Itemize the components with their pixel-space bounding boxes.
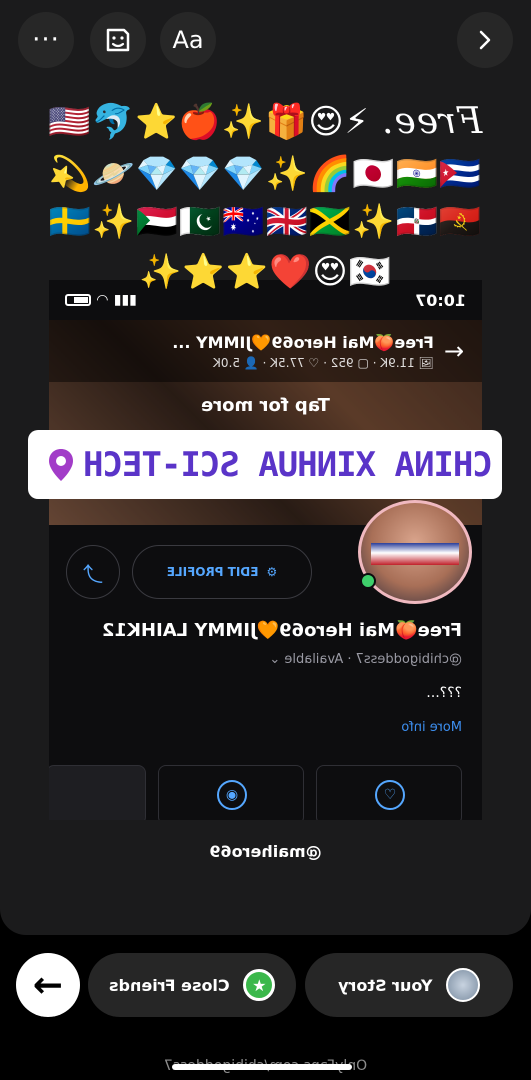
gear-icon: ⚙: [266, 565, 278, 579]
text-tool-label: Aa: [172, 26, 204, 54]
star-icon: ★: [243, 969, 276, 1001]
arrow-left-icon: ←: [443, 337, 464, 365]
profile-name: Free🍑Mai Hero69🧡JIMMY LAIHK12: [102, 620, 462, 641]
shared-post-text: Free🍑Mai Hero69🧡JIMMY ... 🖼 11.9K · ▢ 95…: [67, 333, 434, 370]
share-bottom-bar: ← Close Friends ★ Your Story: [0, 945, 531, 1025]
avatar-clothing-band: [371, 543, 459, 565]
profile-avatar: [358, 500, 472, 604]
sticker-button[interactable]: [90, 12, 146, 68]
more-label: ···: [32, 25, 60, 55]
feature-card-2: ◉: [158, 765, 304, 820]
caption-free-word: Free.: [381, 101, 483, 142]
share-icon: ⤴: [83, 561, 103, 586]
broadcast-icon: ◉: [217, 780, 247, 810]
caption-line-3[interactable]: 🇸🇪✨🇸🇩🇵🇰🇦🇺🇬🇧🇯🇲✨🇩🇴🇦🇴: [0, 200, 531, 244]
more-info-link: More info: [401, 720, 462, 735]
location-text: CHINA XINHUA SCI-TECH: [84, 444, 493, 485]
shared-post-stats: 🖼 11.9K · ▢ 952 · ♡ 77.5K · 👤 5.0K: [212, 355, 434, 370]
story-avatar: [446, 968, 481, 1002]
home-indicator[interactable]: [172, 1064, 352, 1070]
mention-sticker[interactable]: @maihero69: [0, 842, 531, 861]
share-profile-button: ⤴: [66, 545, 120, 599]
feature-card-3: [49, 765, 146, 820]
mirrored-screenshot-content: 10:07 ▮▮▮ ◠ ← Free🍑Mai Hero69🧡JIMMY ... …: [49, 280, 482, 820]
heart-badge-icon: ♡: [375, 780, 405, 810]
close-friends-button[interactable]: Close Friends ★: [88, 953, 296, 1017]
tap-for-more-label: Tap for more: [201, 395, 330, 416]
your-story-label: Your Story: [337, 975, 433, 995]
battery-icon: [65, 294, 91, 306]
arrow-left-icon: ←: [32, 964, 64, 1006]
story-canvas: ··· Aa 🇺🇸🐬⭐🍎✨🎁😍⚡ Free. 💫🪐💎💎💎✨🌈🇯🇵🇮🇳🇨🇺 🇸🇪✨…: [0, 0, 531, 935]
status-icons: ▮▮▮ ◠: [65, 292, 137, 308]
chevron-right-icon: [479, 30, 491, 50]
shared-post-row: ← Free🍑Mai Hero69🧡JIMMY ... 🖼 11.9K · ▢ …: [49, 320, 482, 382]
edit-profile-label: EDIT PROFILE: [166, 565, 259, 579]
profile-bio: ???...: [426, 685, 462, 701]
embedded-profile-screenshot[interactable]: 10:07 ▮▮▮ ◠ ← Free🍑Mai Hero69🧡JIMMY ... …: [49, 280, 482, 820]
caption-line-4[interactable]: ✨⭐⭐❤️😍🇰🇷: [0, 250, 531, 294]
wifi-icon: ◠: [97, 292, 108, 308]
text-tool-button[interactable]: Aa: [160, 12, 216, 68]
back-button[interactable]: ←: [16, 953, 80, 1017]
caption-line-2[interactable]: 💫🪐💎💎💎✨🌈🇯🇵🇮🇳🇨🇺: [0, 152, 531, 196]
sticker-icon: [106, 28, 130, 52]
edit-profile-button: ⚙ EDIT PROFILE: [132, 545, 312, 599]
online-status-dot: [360, 573, 376, 589]
next-button[interactable]: [457, 12, 513, 68]
your-story-button[interactable]: Your Story: [305, 953, 513, 1017]
shared-post-title: Free🍑Mai Hero69🧡JIMMY ...: [172, 332, 434, 352]
profile-handle: @chibigoddess7 · Available ⌄: [269, 652, 462, 667]
caption-line-1[interactable]: 🇺🇸🐬⭐🍎✨🎁😍⚡ Free.: [0, 100, 531, 144]
location-pin-icon: [49, 448, 73, 481]
feature-card-1: ♡: [316, 765, 462, 820]
close-friends-label: Close Friends: [108, 975, 230, 995]
caption-emojis: 🇺🇸🐬⭐🍎✨🎁😍⚡: [48, 102, 370, 142]
more-options-button[interactable]: ···: [18, 12, 74, 68]
signal-icon: ▮▮▮: [113, 292, 137, 308]
location-sticker[interactable]: CHINA XINHUA SCI-TECH: [28, 430, 502, 499]
